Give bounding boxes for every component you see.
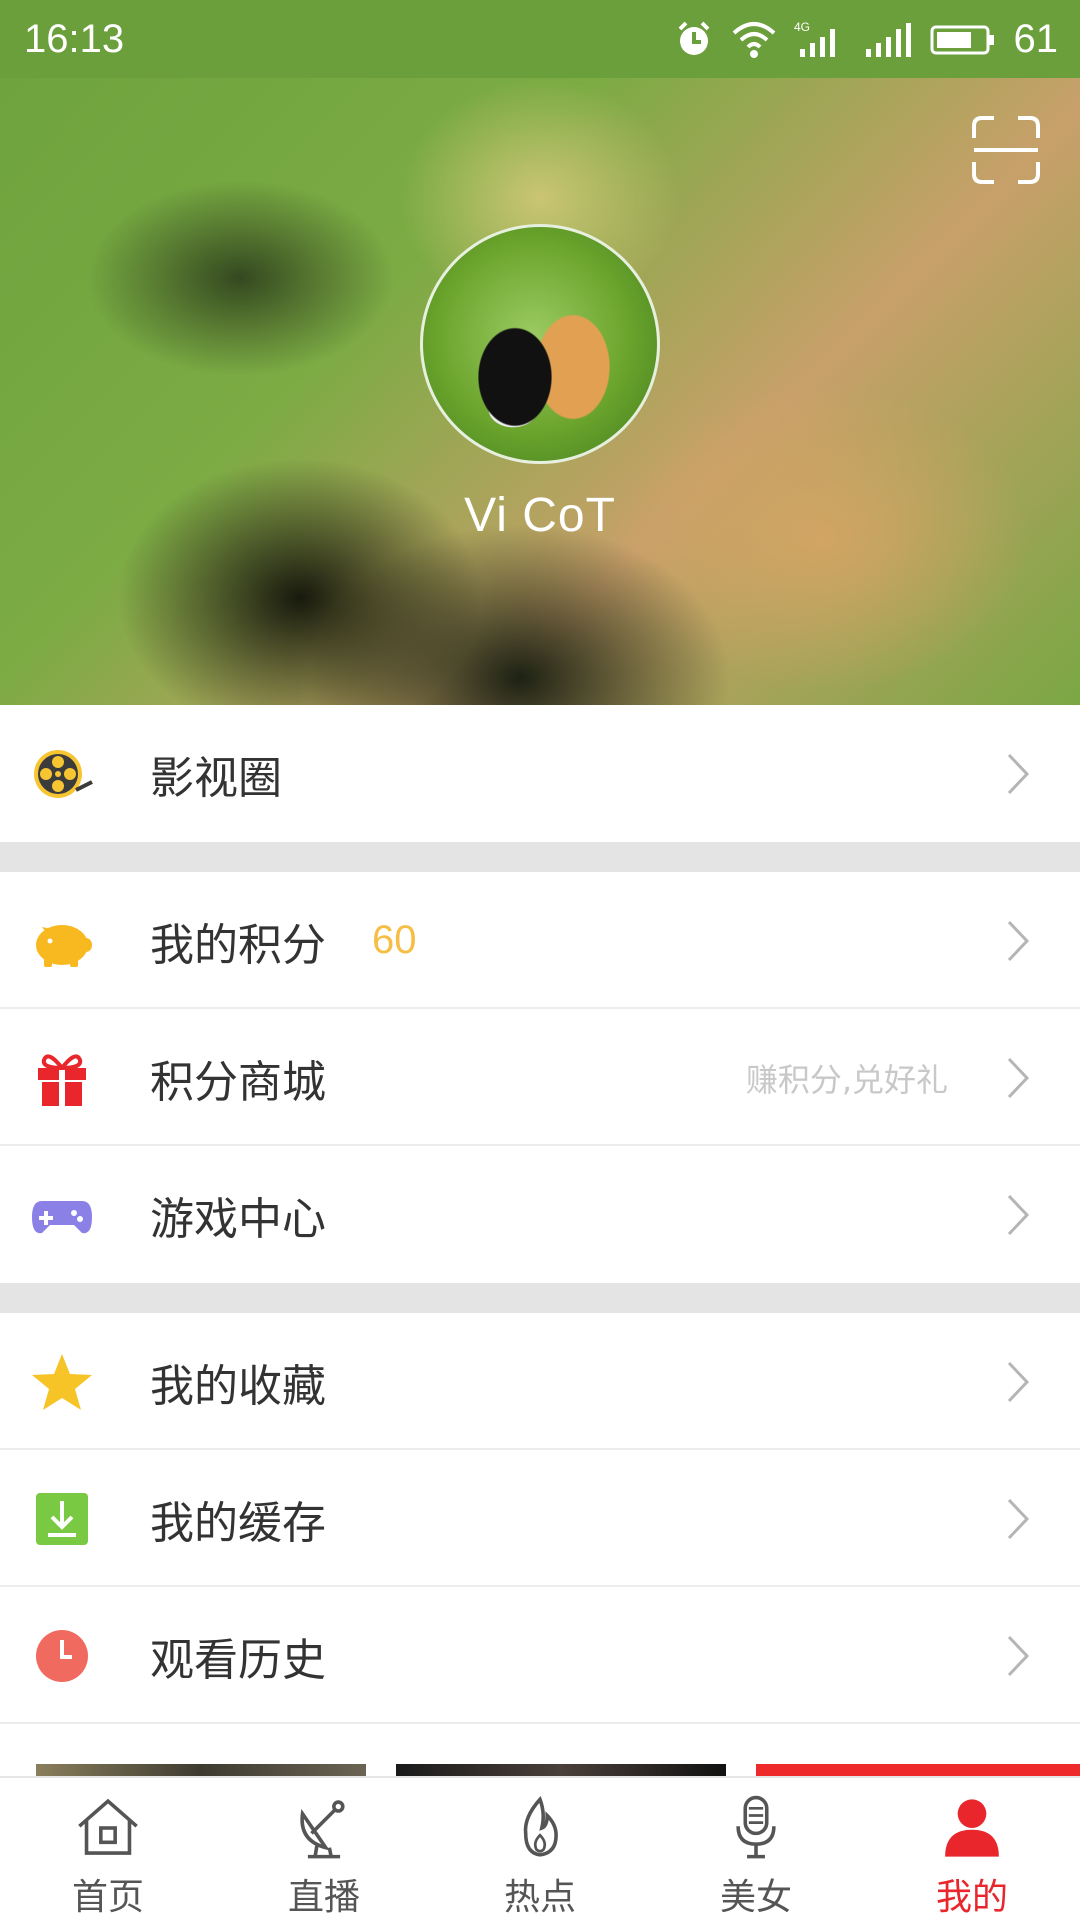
status-icons: 4G 61 <box>674 16 1059 62</box>
chevron-right-icon <box>1007 1057 1030 1098</box>
chevron-right-icon <box>1007 1498 1030 1539</box>
home-icon <box>78 1798 138 1855</box>
menu-label-points: 我的积分 <box>150 919 326 971</box>
menu-group-1: 影视圈 <box>0 705 1080 842</box>
battery-level: 61 <box>1013 16 1059 61</box>
chevron-right-icon <box>1007 1361 1030 1402</box>
chevron-right-icon <box>1007 1635 1030 1676</box>
chevron-right-icon <box>1007 753 1030 794</box>
tab-mine[interactable]: 我的 <box>864 1778 1080 1920</box>
tab-label: 美女 <box>719 1877 792 1918</box>
menu-list: 影视圈 我的积分 60 积分商城 赚积分,兑好礼 游戏中心 我的收藏 我的缓存 … <box>0 705 1080 1724</box>
bottom-nav: 首页 直播 热点 美女 我的 <box>0 1776 1080 1920</box>
menu-label-history: 观看历史 <box>150 1634 326 1686</box>
download-icon <box>30 1487 94 1551</box>
username[interactable]: Vi CoT <box>0 488 1080 543</box>
menu-label-game-center: 游戏中心 <box>150 1193 326 1245</box>
section-divider <box>0 842 1080 872</box>
avatar[interactable] <box>420 224 660 464</box>
menu-label-points-mall: 积分商城 <box>150 1056 326 1108</box>
alarm-icon <box>674 19 714 59</box>
menu-item-history[interactable]: 观看历史 <box>0 1587 1080 1724</box>
tab-hot[interactable]: 热点 <box>432 1778 648 1920</box>
tab-label: 首页 <box>71 1877 144 1918</box>
section-divider <box>0 1283 1080 1313</box>
tab-home[interactable]: 首页 <box>0 1778 216 1920</box>
wifi-icon <box>732 19 776 59</box>
tab-live[interactable]: 直播 <box>216 1778 432 1920</box>
points-value: 60 <box>372 918 417 962</box>
menu-item-game-center[interactable]: 游戏中心 <box>0 1146 1080 1283</box>
signal-icon <box>862 19 912 59</box>
gamepad-icon <box>30 1183 94 1247</box>
flame-icon <box>523 1795 558 1857</box>
menu-item-points-mall[interactable]: 积分商城 赚积分,兑好礼 <box>0 1009 1080 1146</box>
satellite-dish-icon <box>300 1800 345 1859</box>
menu-item-favorites[interactable]: 我的收藏 <box>0 1313 1080 1450</box>
menu-label-cache: 我的缓存 <box>150 1497 326 1549</box>
menu-label-film-circle: 影视圈 <box>150 752 282 804</box>
menu-label-favorites: 我的收藏 <box>150 1360 326 1412</box>
star-icon <box>30 1350 94 1414</box>
chevron-right-icon <box>1007 920 1030 961</box>
menu-group-2: 我的积分 60 积分商城 赚积分,兑好礼 游戏中心 <box>0 872 1080 1283</box>
menu-item-film-circle[interactable]: 影视圈 <box>0 705 1080 842</box>
chevron-right-icon <box>1007 1194 1030 1235</box>
menu-item-cache[interactable]: 我的缓存 <box>0 1450 1080 1587</box>
signal-4g-icon: 4G <box>794 19 844 59</box>
status-time: 16:13 <box>24 16 125 61</box>
status-bar: 16:13 4G 61 <box>0 0 1080 78</box>
points-mall-hint: 赚积分,兑好礼 <box>745 1060 948 1099</box>
battery-icon <box>930 19 996 59</box>
history-thumbnails <box>0 1722 1080 1780</box>
tab-beauty[interactable]: 美女 <box>648 1778 864 1920</box>
piggy-bank-icon <box>30 909 94 973</box>
profile-header: Vi CoT <box>0 78 1080 705</box>
scan-icon[interactable] <box>970 114 1042 186</box>
tab-label: 热点 <box>503 1877 576 1918</box>
microphone-icon <box>736 1795 776 1859</box>
gift-icon <box>30 1046 94 1110</box>
clock-icon <box>30 1624 94 1688</box>
svg-text:4G: 4G <box>794 20 810 34</box>
menu-group-3: 我的收藏 我的缓存 观看历史 <box>0 1313 1080 1724</box>
film-reel-icon <box>30 742 94 806</box>
tab-label: 直播 <box>287 1877 360 1918</box>
person-icon <box>945 1799 999 1857</box>
menu-item-points[interactable]: 我的积分 60 <box>0 872 1080 1009</box>
tab-label: 我的 <box>935 1877 1008 1918</box>
